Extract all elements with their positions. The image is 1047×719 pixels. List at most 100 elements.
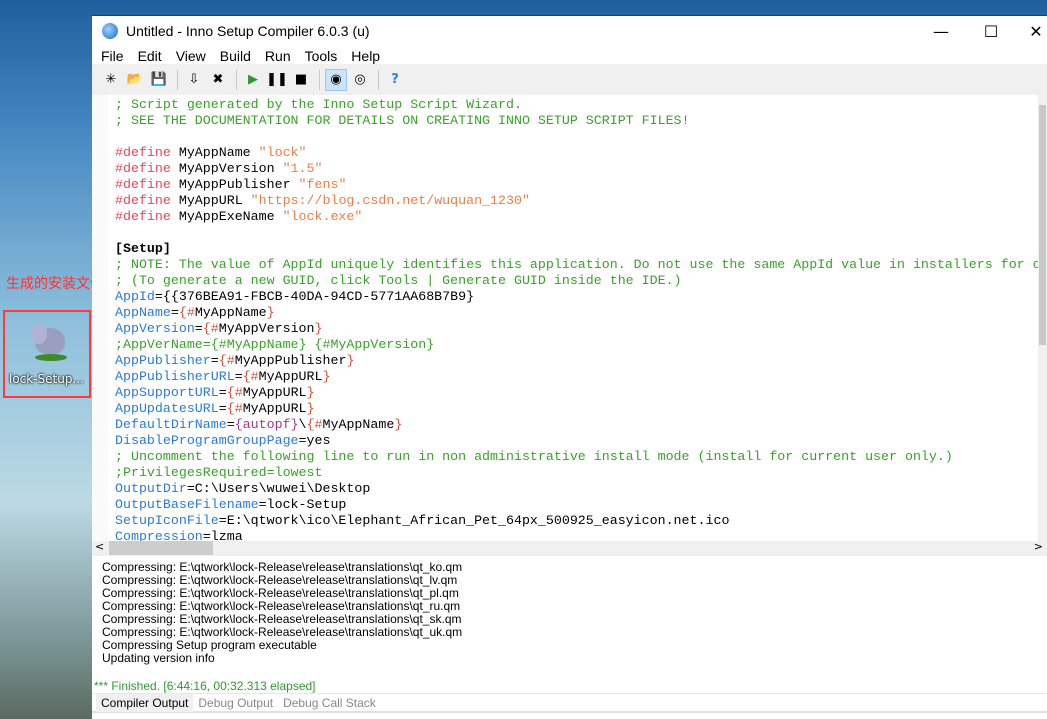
code-line[interactable] xyxy=(115,129,1038,145)
code-line[interactable]: ; Script generated by the Inno Setup Scr… xyxy=(115,97,1038,113)
elephant-icon xyxy=(29,322,69,364)
annotation-text: 生成的安装文件 xyxy=(6,276,104,292)
code-line[interactable]: Compression=lzma xyxy=(115,529,1038,541)
maximize-button[interactable]: ☐ xyxy=(968,16,1014,46)
output-line: Compressing Setup program executable xyxy=(102,638,317,652)
menu-run[interactable]: Run xyxy=(258,48,298,64)
toolbar-separator xyxy=(378,69,379,90)
code-line[interactable]: #define MyAppName "lock" xyxy=(115,145,1038,161)
code-token: MyAppVersion xyxy=(218,321,315,336)
run-button[interactable]: ▶ xyxy=(242,69,264,91)
finished-status: *** Finished. [6:44:16, 00:32.313 elapse… xyxy=(94,679,316,693)
menu-edit[interactable]: Edit xyxy=(131,48,169,64)
help-button[interactable]: ? xyxy=(384,69,406,91)
target-uninstall-icon: ◎ xyxy=(354,72,366,87)
menu-tools[interactable]: Tools xyxy=(298,48,345,64)
menu-file[interactable]: File xyxy=(94,48,131,64)
target-uninstall-button[interactable]: ◎ xyxy=(349,69,371,91)
code-token: MyAppURL xyxy=(178,193,251,208)
code-line[interactable]: AppId={{376BEA91-FBCB-40DA-94CD-5771AA68… xyxy=(115,289,1038,305)
code-token: MyAppExeName xyxy=(178,209,283,224)
code-token: } xyxy=(346,353,355,368)
code-line[interactable]: AppVersion={#MyAppVersion} xyxy=(115,321,1038,337)
horizontal-scrollbar[interactable]: < > xyxy=(92,540,1047,556)
script-editor[interactable]: ; Script generated by the Inno Setup Scr… xyxy=(92,95,1038,541)
code-line[interactable]: DisableProgramGroupPage=yes xyxy=(115,433,1038,449)
code-line[interactable]: #define MyAppVersion "1.5" xyxy=(115,161,1038,177)
new-icon: ✳ xyxy=(105,72,117,87)
pause-button[interactable]: ❚❚ xyxy=(266,69,288,91)
code-token: } xyxy=(266,305,275,320)
code-token: =lock-Setup xyxy=(258,497,347,512)
code-token: "1.5" xyxy=(282,161,323,176)
stop-button[interactable]: ■ xyxy=(290,69,312,91)
code-line[interactable]: AppName={#MyAppName} xyxy=(115,305,1038,321)
code-token: #define xyxy=(115,161,179,176)
code-token: "fens" xyxy=(298,177,347,192)
code-token: } xyxy=(394,417,403,432)
editor-gutter xyxy=(92,95,108,541)
code-token: =C:\Users\wuwei\Desktop xyxy=(186,481,371,496)
menu-view[interactable]: View xyxy=(169,48,213,64)
menu-help[interactable]: Help xyxy=(344,48,387,64)
code-line[interactable]: #define MyAppExeName "lock.exe" xyxy=(115,209,1038,225)
code-line[interactable]: ; SEE THE DOCUMENTATION FOR DETAILS ON C… xyxy=(115,113,1038,129)
code-token: } xyxy=(306,401,315,416)
scroll-thumb[interactable] xyxy=(109,541,213,555)
tab-compiler-output[interactable]: Compiler Output xyxy=(96,693,194,712)
code-line[interactable]: SetupIconFile=E:\qtwork\ico\Elephant_Afr… xyxy=(115,513,1038,529)
compile-button[interactable]: ⇩ xyxy=(183,69,205,91)
code-line[interactable]: ;PrivilegesRequired=lowest xyxy=(115,465,1038,481)
code-token: ; (To generate a new GUID, click Tools |… xyxy=(115,273,682,288)
code-token: MyAppURL xyxy=(258,369,323,384)
stop-compile-button[interactable]: ✖ xyxy=(207,69,229,91)
code-line[interactable]: #define MyAppURL "https://blog.csdn.net/… xyxy=(115,193,1038,209)
scroll-right-icon[interactable]: > xyxy=(1034,540,1043,553)
save-button[interactable]: 💾 xyxy=(148,69,170,91)
code-token: OutputBaseFilename xyxy=(115,497,259,512)
code-line[interactable]: #define MyAppPublisher "fens" xyxy=(115,177,1038,193)
minimize-button[interactable]: — xyxy=(918,16,964,46)
code-token: {# xyxy=(178,305,195,320)
code-token: AppVersion xyxy=(115,321,195,336)
toolbar-separator xyxy=(236,69,237,90)
new-button[interactable]: ✳ xyxy=(100,69,122,91)
code-line[interactable]: OutputBaseFilename=lock-Setup xyxy=(115,497,1038,513)
menu-build[interactable]: Build xyxy=(213,48,258,64)
code-token: } xyxy=(322,369,331,384)
tab-debug-call-stack[interactable]: Debug Call Stack xyxy=(278,694,381,712)
open-icon: 📂 xyxy=(126,72,144,87)
code-token: {# xyxy=(242,369,259,384)
vertical-scrollbar[interactable] xyxy=(1038,95,1047,541)
target-setup-button[interactable]: ◉ xyxy=(325,68,347,91)
code-line[interactable]: DefaultDirName={autopf}\{#MyAppName} xyxy=(115,417,1038,433)
code-token: = xyxy=(226,417,235,432)
code-line[interactable]: ; Uncomment the following line to run in… xyxy=(115,449,1038,465)
code-line[interactable]: AppUpdatesURL={#MyAppURL} xyxy=(115,401,1038,417)
code-area[interactable]: ; Script generated by the Inno Setup Scr… xyxy=(115,97,1038,541)
code-token: \ xyxy=(298,417,307,432)
desktop-icon-lock-setup[interactable]: lock-Setup... xyxy=(3,310,91,398)
close-button[interactable]: ✕ xyxy=(1013,16,1047,46)
code-line[interactable]: OutputDir=C:\Users\wuwei\Desktop xyxy=(115,481,1038,497)
code-token: #define xyxy=(115,209,179,224)
target-setup-icon: ◉ xyxy=(330,72,342,87)
tab-debug-output[interactable]: Debug Output xyxy=(193,694,278,712)
toolbar: ✳ 📂 💾 ⇩ ✖ ▶ ❚❚ ■ ◉ ◎? xyxy=(92,64,1047,95)
code-token: {# xyxy=(226,385,243,400)
code-line[interactable]: ;AppVerName={#MyAppName} {#MyAppVersion} xyxy=(115,337,1038,353)
code-token: MyAppName xyxy=(178,145,259,160)
code-line[interactable]: AppPublisherURL={#MyAppURL} xyxy=(115,369,1038,385)
code-line[interactable]: AppSupportURL={#MyAppURL} xyxy=(115,385,1038,401)
code-token: = xyxy=(210,353,219,368)
code-line[interactable]: [Setup] xyxy=(115,241,1038,257)
code-line[interactable]: ; (To generate a new GUID, click Tools |… xyxy=(115,273,1038,289)
code-line[interactable] xyxy=(115,225,1038,241)
code-token: AppId xyxy=(115,289,155,304)
code-line[interactable]: AppPublisher={#MyAppPublisher} xyxy=(115,353,1038,369)
toolbar-separator xyxy=(319,69,320,90)
stop-compile-icon: ✖ xyxy=(212,72,224,87)
open-button[interactable]: 📂 xyxy=(124,69,146,91)
scroll-left-icon[interactable]: < xyxy=(95,540,104,553)
code-line[interactable]: ; NOTE: The value of AppId uniquely iden… xyxy=(115,257,1038,273)
